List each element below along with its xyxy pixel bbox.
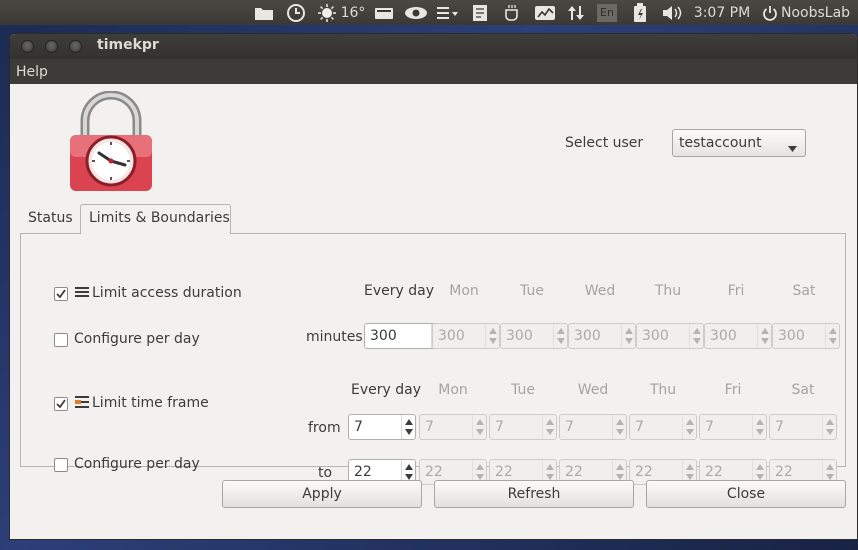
minimize-window-button[interactable] [45,40,58,53]
day-header-thu-2: Thu [649,382,677,398]
temperature-label: 16° [340,4,366,21]
limit-access-label: Limit access duration [92,285,242,301]
day-header-wed: Wed [584,283,616,299]
spin-value: 22 [425,464,443,480]
close-window-button[interactable] [21,40,34,53]
to-label: to [318,465,333,481]
from-wed-spin[interactable]: 7 [559,414,627,440]
day-header-sat-2: Sat [791,382,815,398]
day-header-everyday: Every day [364,283,434,299]
spin-value: 22 [775,464,793,480]
volume-icon[interactable] [660,0,684,25]
from-everyday-spin[interactable]: 7 [348,414,416,440]
day-header-fri: Fri [727,283,745,299]
note-icon[interactable] [469,0,491,25]
day-header-sat: Sat [792,283,816,299]
minutes-fri-spin[interactable]: 300 [704,323,772,349]
tab-limits-boundaries[interactable]: Limits & Boundaries [80,204,231,234]
spin-value: 7 [495,419,504,435]
spin-value: 22 [565,464,583,480]
from-fri-spin[interactable]: 7 [699,414,767,440]
configure-per-day-checkbox-2[interactable] [54,458,68,472]
top-panel: 16° En 3:07 PM NoobsLab [0,0,858,25]
tea-icon[interactable] [501,0,523,25]
close-button[interactable]: Close [646,480,846,508]
keyboard-lang-label: En [597,3,617,22]
menu-list-icon[interactable] [436,0,460,25]
from-sat-spin[interactable]: 7 [769,414,837,440]
refresh-button[interactable]: Refresh [434,480,634,508]
limit-access-checkbox[interactable] [54,287,68,301]
spin-value: 22 [495,464,513,480]
session-user[interactable]: NoobsLab [781,0,850,25]
clock-time[interactable]: 3:07 PM [692,0,752,25]
spin-value: 7 [425,419,434,435]
spin-value: 7 [354,419,363,435]
spin-value: 300 [506,328,533,344]
time-frame-bars-icon [74,394,90,414]
menubar: Help [10,59,857,84]
tab-status[interactable]: Status [28,210,73,226]
limit-time-frame-label: Limit time frame [92,395,209,411]
chevron-down-icon [788,140,797,156]
spin-value: 300 [778,328,805,344]
spin-value: 7 [565,419,574,435]
spin-value: 22 [354,464,372,480]
day-header-thu: Thu [654,283,682,299]
minutes-tue-spin[interactable]: 300 [500,323,568,349]
day-header-wed-2: Wed [577,382,609,398]
select-user-label: Select user [565,135,644,151]
folder-icon[interactable] [252,0,276,25]
keyboard-lang-icon[interactable]: En [596,0,618,25]
hourglass-bars-icon [74,285,90,303]
minutes-mon-spin[interactable]: 300 [432,323,500,349]
power-icon[interactable] [761,0,779,25]
clock-icon[interactable] [284,0,308,25]
from-label: from [308,420,341,436]
drive-icon[interactable] [372,0,396,25]
minutes-label: minutes [306,329,363,345]
titlebar: timekpr [10,34,857,59]
lock-clock-icon [68,90,154,201]
day-header-fri-2: Fri [724,382,742,398]
spin-value: 7 [705,419,714,435]
spin-value: 22 [635,464,653,480]
day-header-tue-2: Tue [511,382,535,398]
from-tue-spin[interactable]: 7 [489,414,557,440]
spin-value: 22 [705,464,723,480]
spin-value: 300 [710,328,737,344]
eye-icon[interactable] [403,0,429,25]
limit-time-frame-checkbox[interactable] [54,397,68,411]
spin-value: 300 [574,328,601,344]
spin-value: 300 [370,328,397,344]
user-select[interactable]: testaccount [672,129,806,157]
network-arrows-icon[interactable] [566,0,586,25]
menu-help[interactable]: Help [16,64,48,80]
spin-value: 300 [438,328,465,344]
day-header-everyday-2: Every day [351,382,421,398]
spin-value: 7 [635,419,644,435]
day-header-mon: Mon [449,283,479,299]
from-mon-spin[interactable]: 7 [419,414,487,440]
minutes-sat-spin[interactable]: 300 [772,323,840,349]
battery-icon[interactable] [630,0,650,25]
minutes-wed-spin[interactable]: 300 [568,323,636,349]
weather-sun-icon[interactable] [316,0,338,25]
spin-value: 300 [642,328,669,344]
maximize-window-button[interactable] [69,40,82,53]
spin-value: 7 [775,419,784,435]
timekpr-window: timekpr Help Select user testaccount Sta… [9,33,858,540]
minutes-thu-spin[interactable]: 300 [636,323,704,349]
limits-panel: Limit access duration Configure per day … [20,233,846,485]
user-select-value: testaccount [679,135,762,151]
configure-per-day-checkbox-1[interactable] [54,333,68,347]
day-header-tue: Tue [520,283,544,299]
apply-button[interactable]: Apply [222,480,422,508]
configure-per-day-label-1: Configure per day [74,331,200,347]
system-monitor-icon[interactable] [533,0,557,25]
window-title: timekpr [97,37,159,53]
day-header-mon-2: Mon [438,382,468,398]
from-thu-spin[interactable]: 7 [629,414,697,440]
configure-per-day-label-2: Configure per day [74,456,200,472]
